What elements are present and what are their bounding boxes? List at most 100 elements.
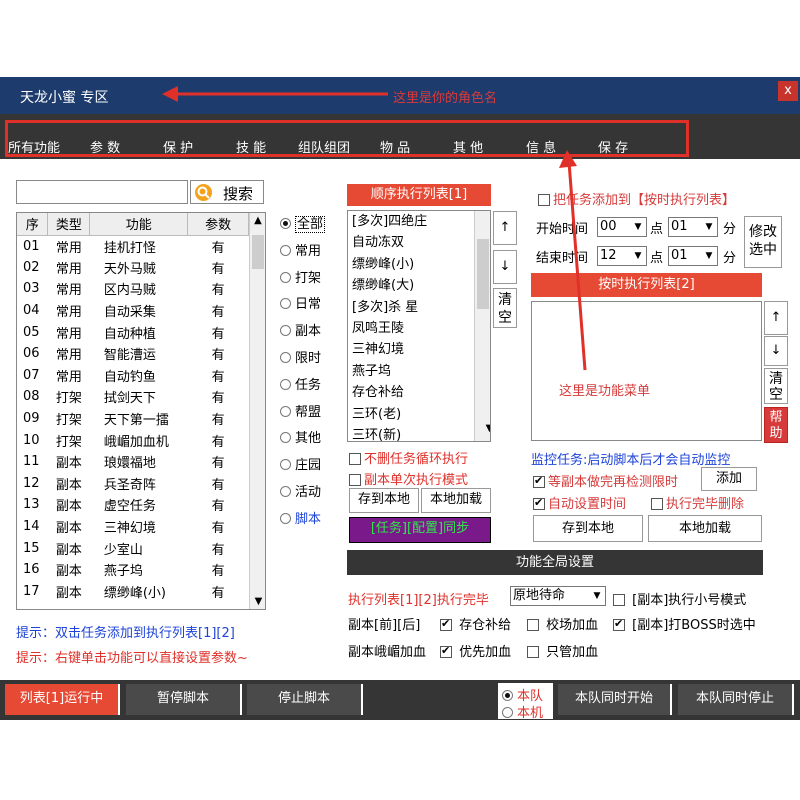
- radio-dot[interactable]: [280, 459, 291, 471]
- list-item[interactable]: 自动冻双: [348, 232, 490, 253]
- timed-clear-button[interactable]: 清空: [764, 368, 788, 404]
- scroll-thumb[interactable]: [252, 235, 264, 269]
- table-scrollbar[interactable]: ▲ ▼: [249, 213, 265, 609]
- search-button[interactable]: 搜索: [190, 180, 264, 204]
- auto-time-option[interactable]: 自动设置时间: [533, 493, 626, 512]
- radio-category-5[interactable]: 限时: [280, 347, 321, 366]
- table-row[interactable]: 17 副本 缥缈峰(小) 有: [17, 581, 249, 603]
- seq-down-button[interactable]: ↓: [493, 250, 517, 284]
- radio-category-0[interactable]: 全部: [280, 213, 326, 233]
- table-row[interactable]: 01 常用 挂机打怪 有: [17, 235, 249, 257]
- table-row[interactable]: 04 常用 自动采集 有: [17, 300, 249, 322]
- boss-heal-checkbox[interactable]: [613, 617, 625, 631]
- table-row[interactable]: 13 副本 虚空任务 有: [17, 494, 249, 516]
- store-supply-option[interactable]: 存仓补给: [440, 614, 511, 633]
- only-heal-option[interactable]: 只管加血: [527, 641, 598, 660]
- timed-down-button[interactable]: ↓: [764, 336, 788, 366]
- team-stop-button[interactable]: 本队同时停止: [678, 684, 794, 715]
- search-input[interactable]: [16, 180, 188, 204]
- table-row[interactable]: 06 常用 智能漕运 有: [17, 343, 249, 365]
- radio-category-6[interactable]: 任务: [280, 374, 321, 393]
- radio-dot[interactable]: [280, 405, 291, 417]
- small-mode-option[interactable]: [副本]执行小号模式: [613, 589, 746, 608]
- boss-heal-option[interactable]: [副本]打BOSS时选中: [613, 614, 756, 633]
- close-button[interactable]: x: [778, 81, 798, 101]
- radio-category-11[interactable]: 脚本: [280, 508, 321, 527]
- add-to-timed-checkbox[interactable]: [538, 194, 550, 206]
- table-row[interactable]: 11 副本 琅嬛福地 有: [17, 451, 249, 473]
- scroll-up-icon[interactable]: ▲: [250, 213, 265, 229]
- single-mode-option[interactable]: 副本单次执行模式: [349, 469, 468, 488]
- team-start-button[interactable]: 本队同时开始: [558, 684, 672, 715]
- radio-dot[interactable]: [280, 432, 291, 444]
- seq-up-button[interactable]: ↑: [493, 211, 517, 245]
- help-button[interactable]: 帮助: [764, 407, 788, 443]
- single-mode-checkbox[interactable]: [349, 474, 361, 486]
- radio-dot[interactable]: [280, 218, 291, 229]
- radio-local[interactable]: 本机: [502, 702, 543, 721]
- radio-category-8[interactable]: 其他: [280, 427, 321, 446]
- table-row[interactable]: 14 副本 三神幻境 有: [17, 516, 249, 538]
- table-row[interactable]: 08 打架 拭剑天下 有: [17, 386, 249, 408]
- col-header-function[interactable]: 功能: [89, 213, 189, 236]
- table-row[interactable]: 15 副本 少室山 有: [17, 537, 249, 559]
- school-heal-checkbox[interactable]: [527, 619, 539, 631]
- list-item[interactable]: 缥缈峰(小): [348, 254, 490, 275]
- start-minute-select[interactable]: 01 ▼: [668, 217, 718, 237]
- priority-heal-option[interactable]: 优先加血: [440, 641, 511, 660]
- seq-list-scrollbar[interactable]: ▼: [474, 211, 490, 441]
- stop-script-button[interactable]: 停止脚本: [247, 684, 363, 715]
- no-delete-loop-option[interactable]: 不删任务循环执行: [349, 448, 468, 467]
- radio-category-3[interactable]: 日常: [280, 293, 321, 312]
- monitor-load-local-button[interactable]: 本地加载: [648, 515, 762, 542]
- table-row[interactable]: 12 副本 兵圣奇阵 有: [17, 473, 249, 495]
- list-item[interactable]: 三环(新): [348, 425, 490, 441]
- only-heal-checkbox[interactable]: [527, 646, 539, 658]
- radio-dot[interactable]: [280, 325, 291, 337]
- table-row[interactable]: 09 打架 天下第一擂 有: [17, 408, 249, 430]
- list-item[interactable]: 凤鸣王陵: [348, 318, 490, 339]
- radio-team-dot[interactable]: [502, 690, 513, 701]
- wait-check-checkbox[interactable]: [533, 474, 545, 488]
- list-item[interactable]: [多次]杀 星: [348, 297, 490, 318]
- list-item[interactable]: 存仓补给: [348, 382, 490, 403]
- sync-button[interactable]: [任务][配置]同步: [349, 517, 491, 543]
- table-row[interactable]: 10 打架 峨嵋加血机 有: [17, 429, 249, 451]
- seq-load-local-button[interactable]: 本地加载: [421, 488, 491, 513]
- table-row[interactable]: 05 常用 自动种植 有: [17, 321, 249, 343]
- radio-category-7[interactable]: 帮盟: [280, 401, 321, 420]
- small-mode-checkbox[interactable]: [613, 594, 625, 606]
- col-header-param[interactable]: 参数: [187, 213, 249, 236]
- end-minute-select[interactable]: 01 ▼: [668, 246, 718, 266]
- seq-clear-button[interactable]: 清空: [493, 288, 517, 328]
- list-item[interactable]: 缥缈峰(大): [348, 275, 490, 296]
- seq-save-local-button[interactable]: 存到本地: [349, 488, 419, 513]
- radio-dot[interactable]: [280, 512, 291, 524]
- monitor-save-local-button[interactable]: 存到本地: [533, 515, 643, 542]
- seq-list[interactable]: [多次]四绝庄 自动冻双 缥缈峰(小) 缥缈峰(大) [多次]杀 星凤鸣王陵 三神幻境 燕子…: [347, 210, 491, 442]
- table-row[interactable]: 07 常用 自动钓鱼 有: [17, 365, 249, 387]
- delete-done-checkbox[interactable]: [651, 498, 663, 510]
- radio-category-2[interactable]: 打架: [280, 267, 321, 286]
- radio-category-10[interactable]: 活动: [280, 481, 321, 500]
- col-header-index[interactable]: 序: [17, 213, 49, 236]
- radio-dot[interactable]: [280, 352, 291, 363]
- pause-script-button[interactable]: 暂停脚本: [126, 684, 242, 715]
- radio-dot[interactable]: [280, 378, 291, 390]
- seq-scroll-thumb[interactable]: [477, 239, 489, 309]
- no-delete-loop-checkbox[interactable]: [349, 453, 361, 465]
- radio-dot[interactable]: [280, 486, 291, 497]
- table-row[interactable]: 02 常用 天外马贼 有: [17, 257, 249, 279]
- radio-dot[interactable]: [280, 298, 291, 310]
- priority-heal-checkbox[interactable]: [440, 644, 452, 658]
- radio-dot[interactable]: [280, 244, 291, 256]
- radio-category-1[interactable]: 常用: [280, 240, 321, 259]
- seq-scroll-down-icon[interactable]: ▼: [479, 418, 490, 439]
- radio-local-dot[interactable]: [502, 707, 513, 718]
- radio-category-9[interactable]: 庄园: [280, 454, 321, 473]
- list-item[interactable]: 三环(老): [348, 404, 490, 425]
- scroll-down-icon[interactable]: ▼: [250, 596, 265, 607]
- table-row[interactable]: 03 常用 区内马贼 有: [17, 278, 249, 300]
- list-item[interactable]: 三神幻境: [348, 339, 490, 360]
- timed-up-button[interactable]: ↑: [764, 301, 788, 335]
